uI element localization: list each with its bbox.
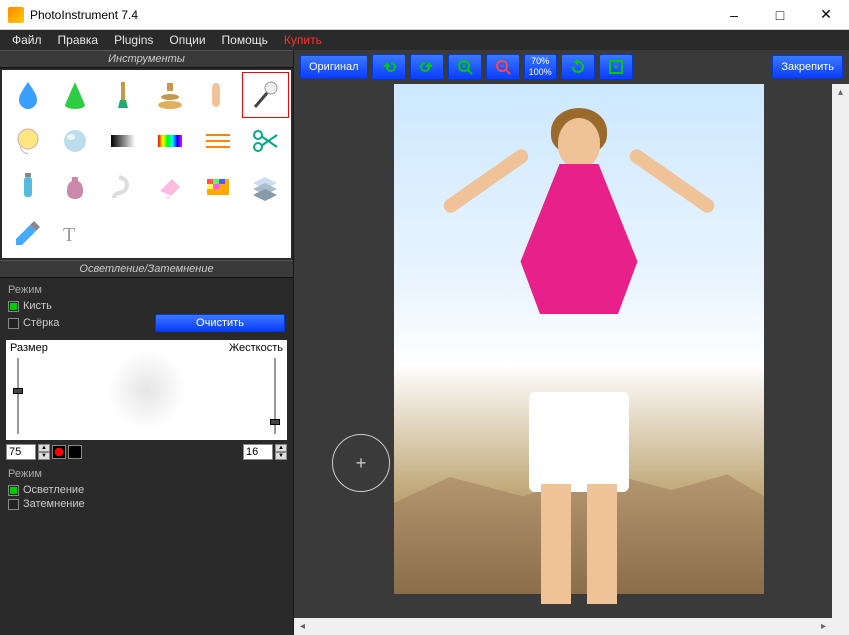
tool-clock[interactable]: [4, 118, 52, 164]
color-swatch-2[interactable]: [68, 445, 82, 459]
pin-button[interactable]: Закрепить: [772, 55, 843, 79]
mode-label: Режим: [8, 284, 285, 296]
menu-options[interactable]: Опции: [161, 31, 213, 49]
tool-mosaic[interactable]: [194, 164, 242, 210]
menubar: Файл Правка Plugins Опции Помощь Купить: [0, 30, 849, 50]
fit-button[interactable]: [599, 54, 633, 80]
tool-clone-stamp[interactable]: [147, 72, 195, 118]
viewport[interactable]: + ▴ ◂ ▸: [294, 84, 849, 635]
top-toolbar: Оригинал 70%100% Закрепить: [294, 50, 849, 84]
tool-layers[interactable]: [242, 164, 290, 210]
size-spinner[interactable]: ▲▼: [38, 444, 50, 460]
tool-dodge-burn[interactable]: [242, 72, 290, 118]
zoom-in-button[interactable]: [448, 54, 482, 80]
redo-button[interactable]: [410, 54, 444, 80]
svg-text:T: T: [63, 224, 75, 246]
checkbox-darken-label: Затемнение: [23, 498, 85, 510]
canvas-area: Оригинал 70%100% Закрепить: [294, 50, 849, 635]
checkbox-brush-label: Кисть: [23, 300, 52, 312]
brush-preview: Размер Жесткость: [6, 340, 287, 440]
zoom-out-button[interactable]: [486, 54, 520, 80]
left-panel: Инструменты: [0, 50, 294, 635]
tool-smudge-finger[interactable]: [194, 72, 242, 118]
tool-color-picker[interactable]: [4, 210, 52, 256]
minimize-button[interactable]: –: [711, 0, 757, 30]
vertical-scrollbar[interactable]: ▴: [832, 84, 849, 618]
mode2-label: Режим: [8, 468, 285, 480]
tool-lines[interactable]: [194, 118, 242, 164]
tool-blur-drop[interactable]: [4, 72, 52, 118]
hardness-spinner[interactable]: ▲▼: [275, 444, 287, 460]
rotate-button[interactable]: [561, 54, 595, 80]
tool-spiral-bulb[interactable]: [99, 164, 147, 210]
color-swatch-1[interactable]: [52, 445, 66, 459]
scroll-corner: [832, 618, 849, 635]
menu-help[interactable]: Помощь: [214, 31, 276, 49]
tool-sphere[interactable]: [52, 118, 100, 164]
tool-eraser[interactable]: [147, 164, 195, 210]
tool-gradient[interactable]: [99, 118, 147, 164]
checkbox-lighten-label: Осветление: [23, 484, 84, 496]
tool-rainbow[interactable]: [147, 118, 195, 164]
hardness-slider[interactable]: [269, 358, 281, 434]
hardness-input[interactable]: [243, 444, 273, 460]
checkbox-lighten[interactable]: [8, 485, 19, 496]
close-button[interactable]: ✕: [803, 0, 849, 30]
size-label: Размер: [10, 342, 48, 354]
tool-brush[interactable]: [99, 72, 147, 118]
checkbox-eraser[interactable]: [8, 318, 19, 329]
tool-text[interactable]: T: [52, 210, 100, 256]
window-title: PhotoInstrument 7.4: [30, 8, 711, 22]
menu-edit[interactable]: Правка: [50, 31, 107, 49]
photo-canvas[interactable]: [394, 84, 764, 594]
scroll-up-icon[interactable]: ▴: [832, 84, 849, 101]
brush-preview-circle: [107, 350, 187, 430]
clear-button[interactable]: Очистить: [155, 314, 285, 332]
undo-button[interactable]: [372, 54, 406, 80]
checkbox-brush[interactable]: [8, 301, 19, 312]
checkbox-eraser-label: Стёрка: [23, 317, 59, 329]
menu-plugins[interactable]: Plugins: [106, 31, 161, 49]
tool-sharpen-cone[interactable]: [52, 72, 100, 118]
tools-palette: T: [2, 70, 291, 258]
tool-scissors[interactable]: [242, 118, 290, 164]
checkbox-darken[interactable]: [8, 499, 19, 510]
size-input[interactable]: [6, 444, 36, 460]
original-button[interactable]: Оригинал: [300, 55, 368, 79]
hardness-label: Жесткость: [229, 342, 283, 354]
tool-options-header: Осветление/Затемнение: [0, 260, 293, 278]
brush-cursor: +: [332, 434, 390, 492]
tool-bottle[interactable]: [52, 164, 100, 210]
size-slider[interactable]: [12, 358, 24, 434]
app-icon: [8, 7, 24, 23]
tool-tube-blue[interactable]: [4, 164, 52, 210]
tools-panel-header: Инструменты: [0, 50, 293, 68]
menu-file[interactable]: Файл: [4, 31, 50, 49]
menu-buy[interactable]: Купить: [276, 31, 330, 49]
titlebar: PhotoInstrument 7.4 – □ ✕: [0, 0, 849, 30]
horizontal-scrollbar[interactable]: ◂ ▸: [294, 618, 832, 635]
scroll-left-icon[interactable]: ◂: [294, 618, 311, 635]
maximize-button[interactable]: □: [757, 0, 803, 30]
scroll-right-icon[interactable]: ▸: [815, 618, 832, 635]
zoom-level-button[interactable]: 70%100%: [524, 54, 557, 80]
